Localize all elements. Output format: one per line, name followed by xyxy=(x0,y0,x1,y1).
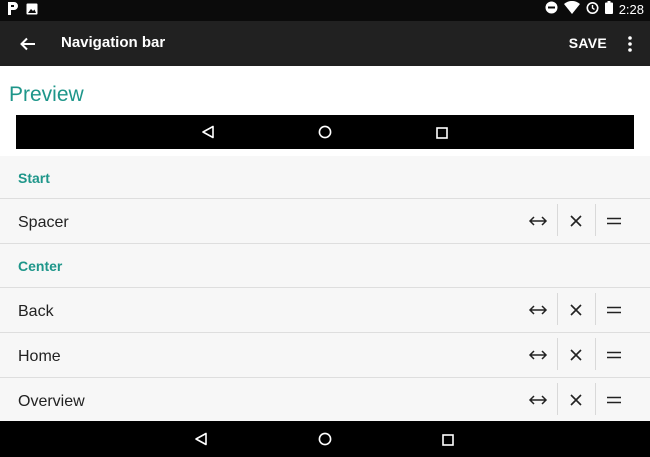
preview-title: Preview xyxy=(9,83,84,106)
preview-navigation-bar xyxy=(16,115,634,149)
back-arrow-icon[interactable] xyxy=(16,32,40,56)
section-header-start: Start xyxy=(0,156,650,199)
resize-width-icon[interactable] xyxy=(520,201,556,241)
section-header-center: Center xyxy=(0,244,650,288)
button-list: Start Spacer Center Back Home Overview xyxy=(0,156,650,421)
preview-back-icon xyxy=(201,125,215,144)
drag-handle-icon[interactable] xyxy=(596,335,632,375)
list-item-overview[interactable]: Overview xyxy=(0,378,650,421)
preview-overview-icon xyxy=(436,126,448,144)
drag-handle-icon[interactable] xyxy=(596,201,632,241)
resize-width-icon[interactable] xyxy=(520,335,556,375)
more-options-icon[interactable] xyxy=(626,33,634,55)
drag-handle-icon[interactable] xyxy=(596,380,632,420)
list-item-label: Overview xyxy=(18,393,85,410)
nav-back-icon[interactable] xyxy=(194,432,208,451)
alarm-icon xyxy=(586,1,599,17)
list-item-spacer[interactable]: Spacer xyxy=(0,199,650,244)
remove-icon[interactable] xyxy=(558,290,594,330)
status-bar: 2:28 xyxy=(0,0,650,21)
resize-width-icon[interactable] xyxy=(520,290,556,330)
pandora-icon xyxy=(8,2,18,20)
nav-overview-icon[interactable] xyxy=(442,433,454,451)
nav-home-icon[interactable] xyxy=(318,432,332,451)
toolbar-title: Navigation bar xyxy=(61,34,166,51)
status-time: 2:28 xyxy=(618,1,644,17)
section-label: Start xyxy=(18,170,50,186)
list-item-back[interactable]: Back xyxy=(0,288,650,333)
app-toolbar: Navigation bar SAVE xyxy=(0,21,650,66)
list-item-label: Spacer xyxy=(18,214,69,231)
remove-icon[interactable] xyxy=(558,335,594,375)
preview-card: Preview xyxy=(0,66,650,156)
battery-icon xyxy=(604,1,613,17)
list-item-label: Home xyxy=(18,348,61,365)
list-item-label: Back xyxy=(18,303,54,320)
save-button[interactable]: SAVE xyxy=(569,35,607,51)
list-item-home[interactable]: Home xyxy=(0,333,650,378)
drag-handle-icon[interactable] xyxy=(596,290,632,330)
image-icon xyxy=(26,2,38,20)
remove-icon[interactable] xyxy=(558,201,594,241)
preview-home-icon xyxy=(318,125,332,144)
resize-width-icon[interactable] xyxy=(520,380,556,420)
do-not-disturb-icon xyxy=(545,1,558,17)
system-navigation-bar xyxy=(0,421,650,457)
wifi-icon xyxy=(563,0,580,17)
section-label: Center xyxy=(18,258,63,274)
remove-icon[interactable] xyxy=(558,380,594,420)
